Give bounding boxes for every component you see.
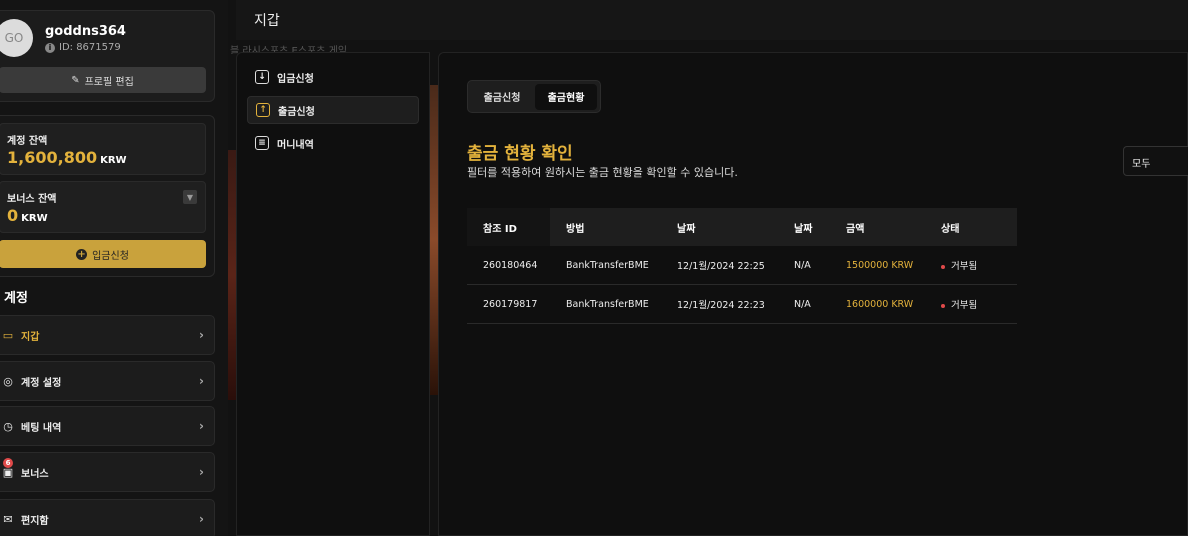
download-icon: ↓ [255, 70, 269, 84]
chevron-right-icon: › [199, 512, 204, 526]
segment-withdraw-request[interactable]: 출금신청 [471, 84, 533, 110]
wallet-icon: ▭ [2, 328, 14, 342]
cell-ref-id: 260180464 [483, 259, 538, 271]
tab-deposit-request[interactable]: ↓ 입금신청 [247, 63, 419, 91]
sidebar-item-label: 편지함 [21, 515, 49, 527]
user-id: i ID: 8671579 [45, 42, 121, 53]
account-balance-box: 계정 잔액 1,600,800 KRW [0, 123, 206, 175]
pencil-icon: ✎ [71, 74, 80, 86]
column-header-ref-id: 참조 ID [467, 208, 550, 246]
column-header-status: 상태 [941, 223, 960, 235]
sidebar-item-wallet[interactable]: ▭ 지갑 › [0, 315, 215, 355]
status-dot-icon [941, 264, 945, 269]
cell-method: BankTransferBME [566, 259, 649, 271]
cell-ref-id: 260179817 [483, 298, 538, 310]
cell-status: 거부됨 [925, 297, 1017, 311]
cell-date: 12/1월/2024 22:25 [677, 261, 765, 272]
plus-icon: + [76, 248, 88, 260]
bonus-balance-amount: 0 [7, 206, 19, 225]
chevron-right-icon: › [199, 374, 204, 388]
account-sidebar: GO goddns364 i ID: 8671579 ✎ 프로필 편집 계정 잔… [0, 0, 228, 536]
cell-method: BankTransferBME [566, 298, 649, 310]
column-header-date: 날짜 [677, 223, 696, 235]
cell-date-2: N/A [794, 259, 811, 271]
edit-profile-label: 프로필 편집 [84, 76, 134, 88]
tab-withdraw-request[interactable]: ↑ 출금신청 [247, 96, 419, 124]
tab-money-history[interactable]: ≡ 머니내역 [247, 129, 419, 157]
user-id-text: ID: 8671579 [59, 42, 121, 53]
table-row: 260179817 BankTransferBME 12/1월/2024 22:… [467, 285, 1017, 324]
chevron-right-icon: › [199, 419, 204, 433]
sidebar-item-label: 지갑 [21, 331, 40, 343]
edit-profile-button[interactable]: ✎ 프로필 편집 [0, 67, 206, 93]
bonus-balance-label: 보너스 잔액 [7, 194, 57, 205]
bonus-balance-box: 보너스 잔액 ▼ 0 KRW [0, 181, 206, 233]
sidebar-item-account-settings[interactable]: ◎ 계정 설정 › [0, 361, 215, 401]
segment-withdraw-status[interactable]: 출금현황 [535, 83, 597, 110]
sidebar-item-label: 베팅 내역 [21, 422, 62, 434]
withdraw-status-panel: 출금신청 출금현황 출금 현황 확인 필터를 적용하여 원하시는 출금 현황을 … [438, 52, 1188, 536]
account-balance-unit: KRW [100, 155, 127, 166]
sidebar-item-label: 보너스 [21, 468, 49, 480]
table-header: 참조 ID 방법 날짜 날짜 금액 상태 [467, 208, 1017, 246]
cell-amount: 1500000 KRW [846, 259, 914, 271]
page-title: 지갑 [254, 13, 280, 29]
cell-date: 12/1월/2024 22:23 [677, 300, 765, 311]
document-icon: ≡ [255, 136, 269, 150]
username: goddns364 [45, 24, 126, 39]
tab-label: 머니내역 [277, 139, 314, 151]
bonus-balance-value: 0 KRW [7, 206, 48, 225]
chevron-right-icon: › [199, 328, 204, 342]
upload-icon: ↑ [256, 103, 270, 117]
background-decoration [228, 150, 236, 400]
deposit-button-label: 입금신청 [92, 250, 129, 262]
account-balance-amount: 1,600,800 [7, 148, 98, 167]
background-decoration [430, 85, 438, 395]
profile-card: GO goddns364 i ID: 8671579 ✎ 프로필 편집 [0, 10, 215, 102]
table-row: 260180464 BankTransferBME 12/1월/2024 22:… [467, 246, 1017, 285]
sidebar-item-label: 계정 설정 [21, 377, 62, 389]
cell-amount: 1600000 KRW [846, 298, 914, 310]
avatar: GO [0, 19, 33, 57]
chevron-down-icon[interactable]: ▼ [183, 190, 197, 204]
status-filter-select[interactable]: 모두 [1123, 146, 1188, 176]
history-icon: ◷ [3, 419, 13, 433]
section-heading: 출금 현황 확인 [467, 144, 573, 164]
tab-label: 입금신청 [277, 73, 314, 85]
user-settings-icon: ◎ [3, 374, 13, 388]
status-label: 거부됨 [951, 261, 978, 272]
wallet-page: GO goddns364 i ID: 8671579 ✎ 프로필 편집 계정 잔… [0, 0, 1188, 536]
section-description: 필터를 적용하여 원하시는 출금 현황을 확인할 수 있습니다. [467, 166, 738, 179]
deposit-button[interactable]: + 입금신청 [0, 240, 206, 268]
withdraw-segment-control: 출금신청 출금현황 [467, 80, 601, 113]
withdraw-table: 참조 ID 방법 날짜 날짜 금액 상태 260180464 BankTrans… [467, 208, 1017, 324]
inbox-icon: ✉ [3, 512, 13, 526]
page-header: 지갑 [236, 0, 1188, 40]
bonus-balance-unit: KRW [21, 213, 48, 224]
status-dot-icon [941, 303, 945, 308]
column-header-amount: 금액 [846, 223, 865, 235]
account-balance-value: 1,600,800 KRW [7, 148, 127, 167]
account-balance-label: 계정 잔액 [7, 136, 48, 147]
wallet-tabs-panel: ↓ 입금신청 ↑ 출금신청 ≡ 머니내역 [236, 52, 430, 536]
balance-card: 계정 잔액 1,600,800 KRW 보너스 잔액 ▼ 0 KRW + 입금신청 [0, 115, 215, 277]
bonus-count-badge: 6 [3, 458, 13, 468]
column-header-date-2: 날짜 [794, 223, 813, 235]
tab-label: 출금신청 [278, 106, 315, 118]
cell-date-2: N/A [794, 298, 811, 310]
sidebar-item-betting-history[interactable]: ◷ 베팅 내역 › [0, 406, 215, 446]
column-header-method: 방법 [566, 223, 585, 235]
cell-status: 거부됨 [925, 258, 1017, 272]
chevron-right-icon: › [199, 465, 204, 479]
sidebar-item-bonus[interactable]: ▣ 6 보너스 › [0, 452, 215, 492]
info-icon: i [45, 42, 55, 53]
account-section-title: 계정 [4, 291, 28, 306]
sidebar-item-inbox[interactable]: ✉ 편지함 › [0, 499, 215, 536]
status-label: 거부됨 [951, 300, 978, 311]
